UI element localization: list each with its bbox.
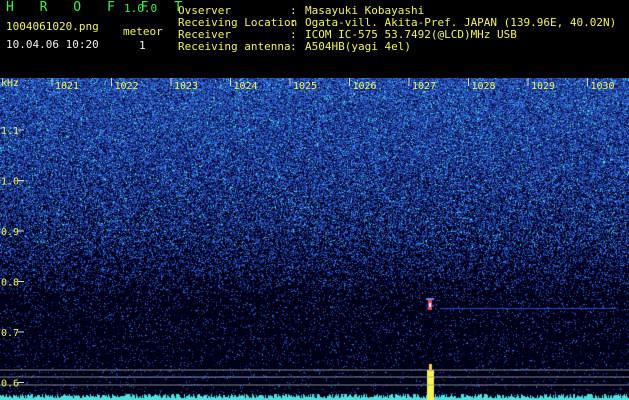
mode-label: meteor	[123, 25, 163, 38]
antenna-value: A504HB(yagi 4el)	[305, 40, 411, 53]
antenna-label: Receiving antenna	[178, 40, 291, 53]
x-tick-label: 1021	[55, 81, 79, 92]
y-tick-label: 0.9	[1, 227, 19, 238]
app-title: H R O F F T	[6, 0, 192, 15]
x-tick-label: 1029	[531, 81, 555, 92]
y-tick-label: 1.0	[1, 177, 19, 188]
y-unit-label: kHz	[1, 78, 19, 89]
app-version: 1.0.0	[124, 2, 158, 15]
x-tick-label: 1027	[412, 81, 436, 92]
x-tick-label: 1030	[591, 81, 615, 92]
y-tick-label: 0.6	[1, 379, 19, 390]
antenna-colon: :	[290, 40, 297, 53]
x-tick-label: 1024	[234, 81, 258, 92]
spectrogram-panel: kHz 1021 1022 1023 1024 1025 1026 1027 1028 1029 1…	[0, 78, 629, 400]
timestamp: 10.04.06 10:20	[6, 38, 99, 51]
x-tick-label: 1026	[353, 81, 377, 92]
file-name: 1004061020.png	[6, 20, 99, 33]
y-tick-label: 0.8	[1, 278, 19, 289]
x-tick-label: 1028	[472, 81, 496, 92]
x-tick-label: 1023	[174, 81, 198, 92]
y-tick-label: 1.1	[1, 126, 19, 137]
spectrogram-axes: kHz 1021 1022 1023 1024 1025 1026 1027 1028 1029 1…	[0, 78, 629, 390]
x-tick-label: 1022	[115, 81, 139, 92]
y-tick-label: 0.7	[1, 328, 19, 339]
count-value: 1	[139, 39, 146, 52]
hrofft-screen: H R O F F T 1.0.0 1004061020.png 10.04.0…	[0, 0, 629, 400]
x-tick-label: 1025	[293, 81, 317, 92]
